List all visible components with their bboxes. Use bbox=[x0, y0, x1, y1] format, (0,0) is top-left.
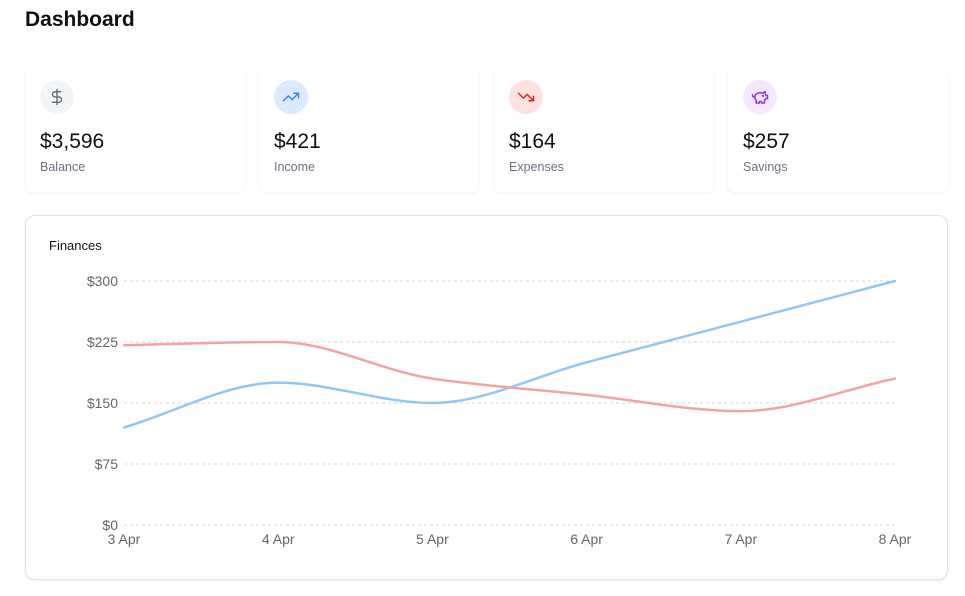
savings-value: $257 bbox=[743, 130, 790, 153]
balance-card[interactable]: $3,596 Balance bbox=[25, 68, 245, 192]
trending-up-icon bbox=[274, 80, 308, 114]
balance-label: Balance bbox=[40, 160, 86, 174]
y-tick-label: $75 bbox=[95, 456, 119, 472]
income-label: Income bbox=[274, 160, 315, 174]
trending-down-icon bbox=[509, 80, 543, 114]
page-title: Dashboard bbox=[25, 8, 135, 31]
income-card[interactable]: $421 Income bbox=[259, 68, 479, 192]
series-line-2 bbox=[122, 340, 897, 413]
finances-line-chart: $0$75$150$225$3003 Apr 4 Apr 5 Apr 6 Apr 7 A… bbox=[87, 273, 912, 547]
x-tick-label: 7 Apr bbox=[724, 531, 757, 547]
x-tick-label: 3 Apr bbox=[108, 531, 141, 547]
series-line-1 bbox=[122, 279, 897, 429]
piggy-bank-icon bbox=[743, 80, 777, 114]
balance-value: $3,596 bbox=[40, 130, 105, 153]
dollar-icon bbox=[40, 80, 74, 114]
expenses-label: Expenses bbox=[509, 160, 564, 174]
finances-chart-card: Finances $0 $75 $150 $225 $300 3 Apr 4 Apr 5 Ap… bbox=[25, 215, 948, 580]
y-tick-label: $150 bbox=[87, 395, 118, 411]
y-tick-label: $300 bbox=[87, 273, 118, 289]
summary-cards: $3,596 Balance $421 Income $164 Expenses bbox=[25, 68, 948, 192]
y-tick-label: $225 bbox=[87, 334, 118, 350]
savings-card[interactable]: $257 Savings bbox=[728, 68, 948, 192]
income-value: $421 bbox=[274, 130, 321, 153]
x-tick-label: 8 Apr bbox=[879, 531, 912, 547]
x-tick-label: 5 Apr bbox=[416, 531, 449, 547]
savings-label: Savings bbox=[743, 160, 788, 174]
x-tick-label: 6 Apr bbox=[570, 531, 603, 547]
expenses-value: $164 bbox=[509, 130, 556, 153]
expenses-card[interactable]: $164 Expenses bbox=[494, 68, 714, 192]
x-tick-label: 4 Apr bbox=[262, 531, 295, 547]
